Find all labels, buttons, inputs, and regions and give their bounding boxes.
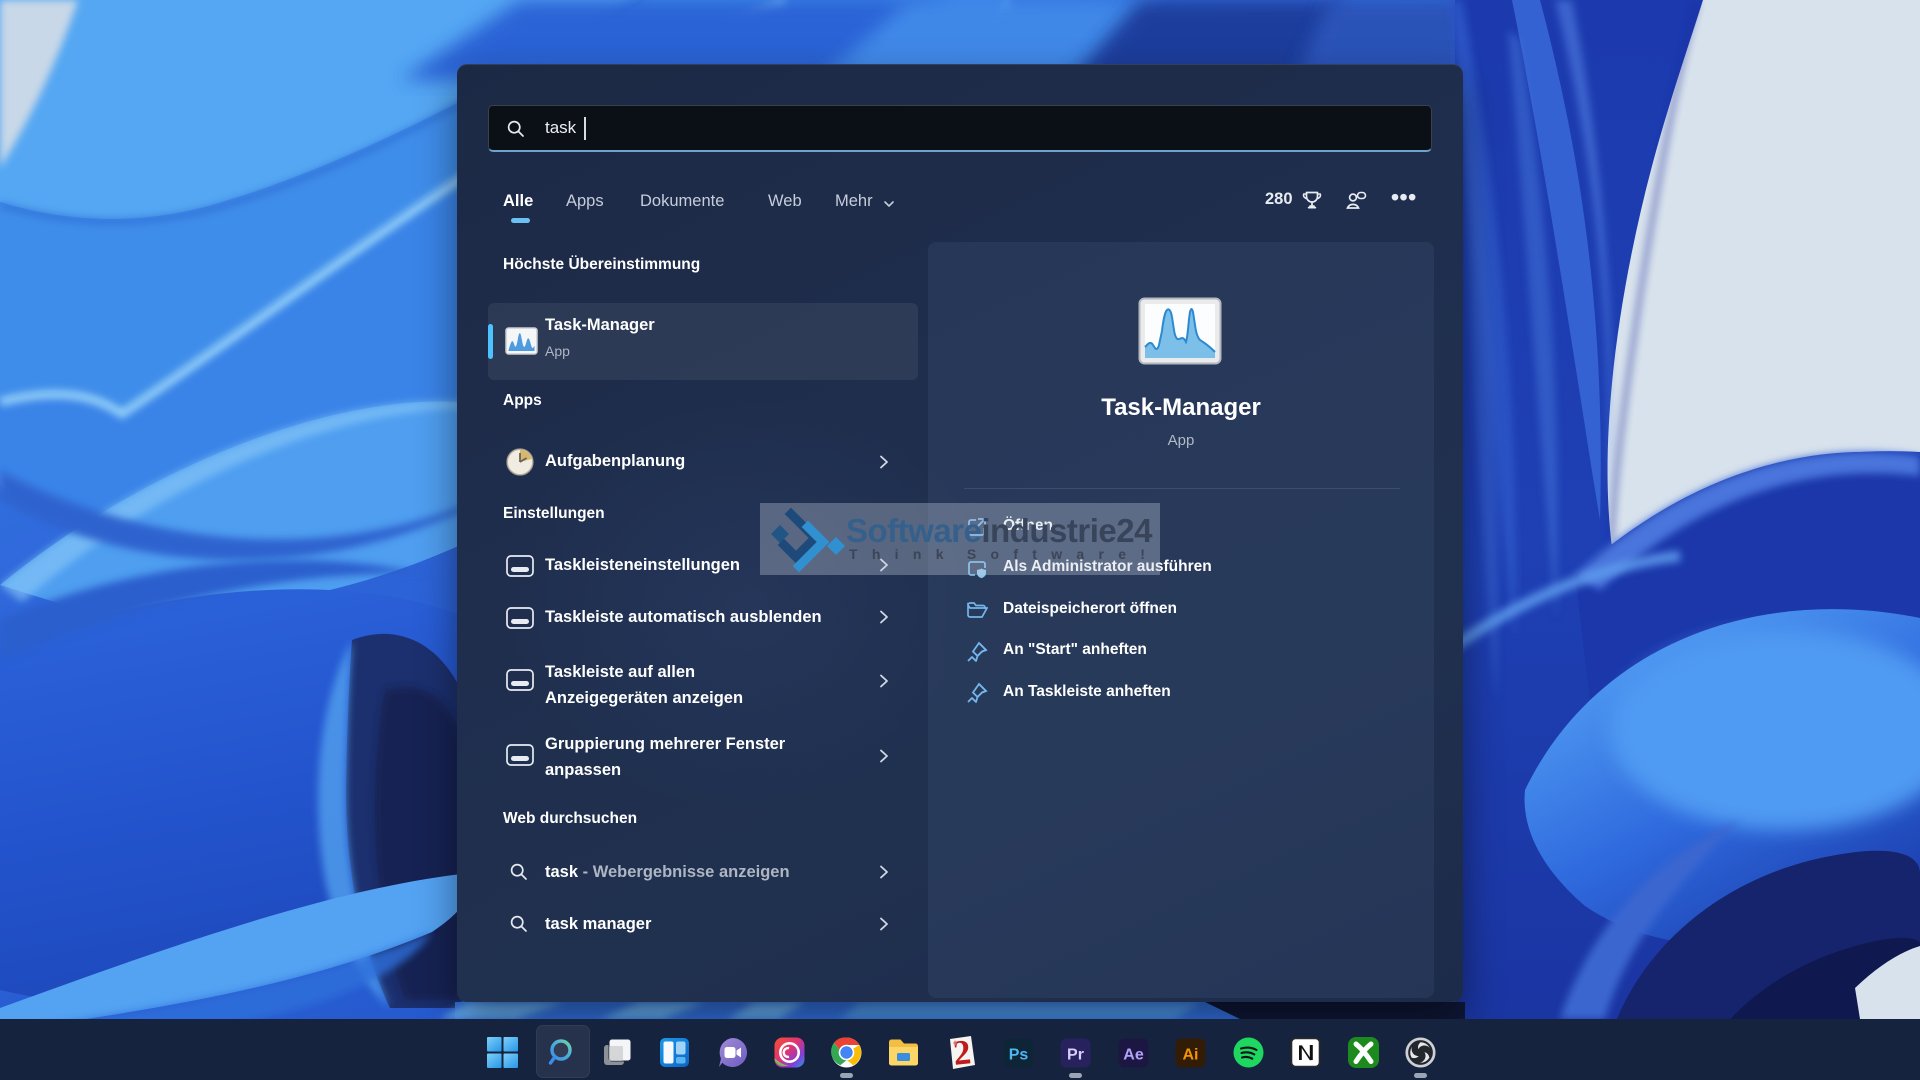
svg-text:Ae: Ae <box>1123 1047 1144 1064</box>
svg-text:Ps: Ps <box>1009 1047 1029 1064</box>
svg-text:Ai: Ai <box>1183 1047 1199 1064</box>
svg-text:Pr: Pr <box>1067 1047 1084 1064</box>
